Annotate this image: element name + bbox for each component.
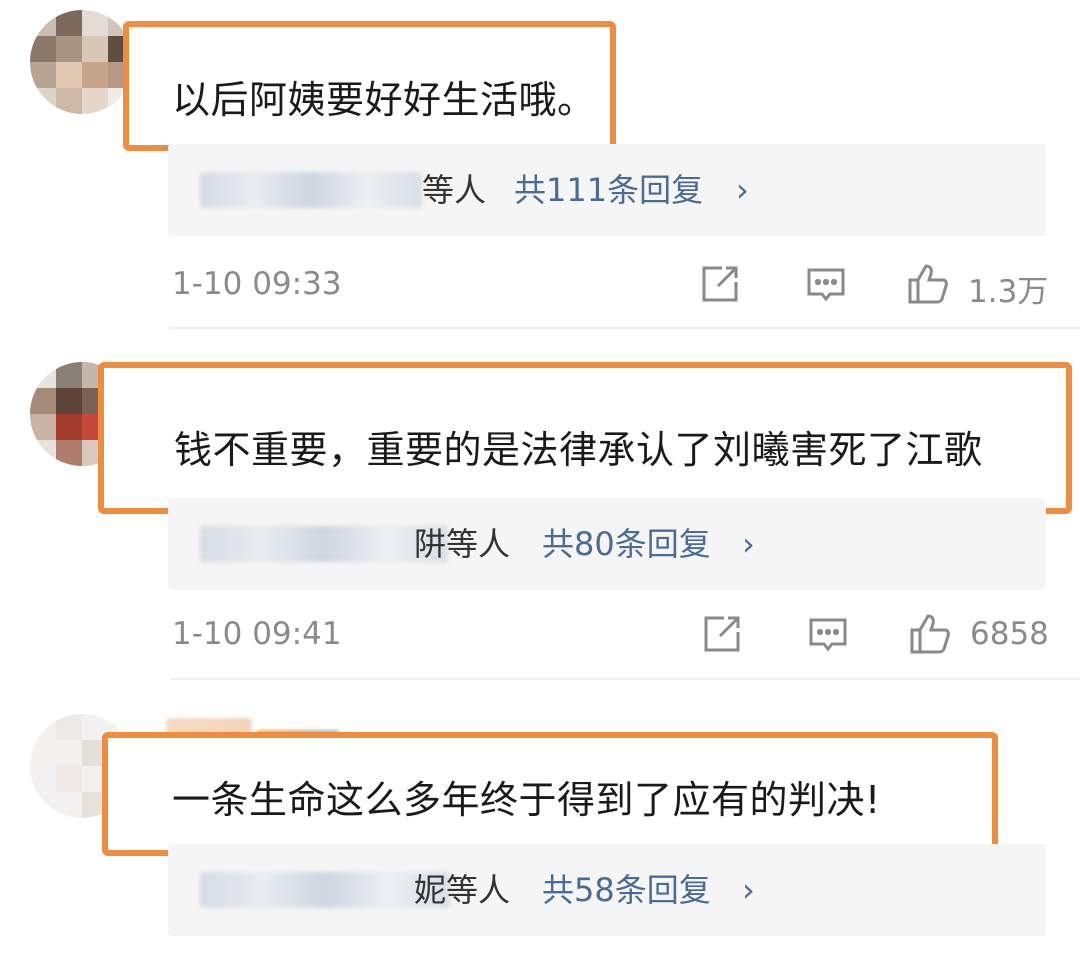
chevron-right-icon: › (736, 171, 749, 209)
comment-icon[interactable] (806, 612, 850, 656)
reply-users-redacted (200, 172, 422, 208)
reply-count-link[interactable]: 共111条回复 (514, 170, 703, 210)
like-count: 1.3万 (968, 274, 1049, 310)
reply-users-redacted (200, 526, 448, 562)
replies-preview[interactable]: 妮等人 共58条回复 › (168, 844, 1046, 936)
thumbs-up-icon[interactable] (908, 612, 952, 656)
comment-text: 一条生命这么多年终于得到了应有的判决! (172, 778, 881, 822)
divider (170, 327, 1080, 329)
reply-count-link[interactable]: 共80条回复 (542, 524, 711, 564)
chevron-right-icon: › (742, 525, 755, 563)
share-icon[interactable] (700, 612, 744, 656)
thumbs-up-icon[interactable] (906, 262, 950, 306)
like-count: 6858 (970, 616, 1049, 652)
timestamp: 1-10 09:33 (172, 266, 342, 302)
comment-item: 一条生命这么多年终于得到了应有的判决! 妮等人 共58条回复 › (0, 680, 1080, 960)
replies-preview[interactable]: 等人 共111条回复 › (168, 144, 1046, 236)
reply-count-link[interactable]: 共58条回复 (542, 870, 711, 910)
comment-meta: 1-10 09:41 6858 (0, 606, 1080, 666)
reply-users-suffix: 妮等人 (414, 871, 511, 909)
comment-meta: 1-10 09:33 1.3万 (0, 256, 1080, 316)
replies-preview[interactable]: 阱等人 共80条回复 › (168, 498, 1046, 590)
comment-text: 以后阿姨要好好生活哦。 (172, 78, 596, 122)
timestamp: 1-10 09:41 (172, 616, 342, 652)
comment-text: 钱不重要，重要的是法律承认了刘曦害死了江歌 (174, 428, 983, 472)
comment-icon[interactable] (804, 262, 848, 306)
reply-users-suffix: 阱等人 (414, 525, 511, 563)
comment-item: 以后阿姨要好好生活哦。 等人 共111条回复 › 1-10 09:33 1.3万 (0, 0, 1080, 330)
reply-users-suffix: 等人 (422, 171, 487, 209)
avatar[interactable] (30, 10, 134, 114)
reply-users-redacted (200, 872, 450, 908)
chevron-right-icon: › (742, 871, 755, 909)
share-icon[interactable] (698, 262, 742, 306)
comment-item: 钱不重要，重要的是法律承认了刘曦害死了江歌 阱等人 共80条回复 › 1-10 … (0, 330, 1080, 680)
